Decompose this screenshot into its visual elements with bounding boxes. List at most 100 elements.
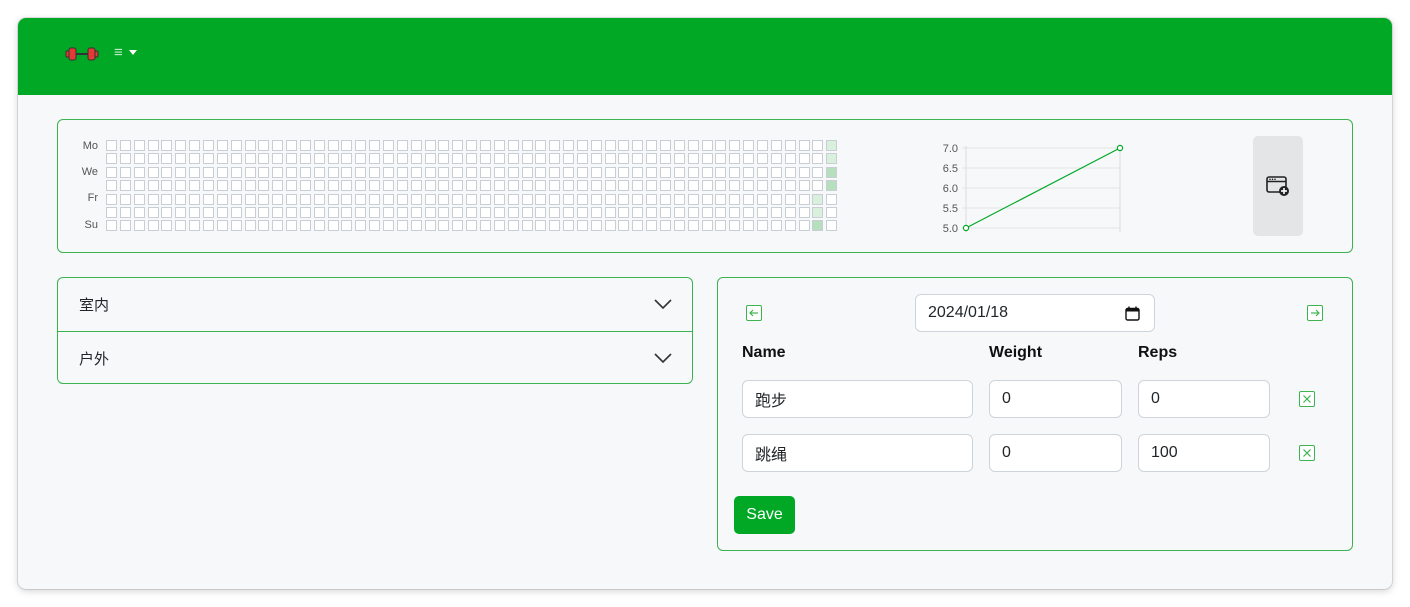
add-card-button[interactable] [1253, 136, 1303, 236]
date-input[interactable]: 2024/01/18 [915, 294, 1155, 332]
heatmap-cell [493, 166, 505, 178]
heatmap-cell [660, 140, 671, 151]
heatmap-cell [493, 220, 505, 232]
heatmap-cell [438, 207, 450, 218]
heatmap-cell [230, 220, 242, 232]
heatmap-cell [272, 220, 284, 232]
heatmap-cell [202, 207, 214, 218]
heatmap-cell [701, 207, 713, 218]
heatmap-cell [826, 193, 838, 205]
heatmap-cell [327, 207, 339, 218]
heatmap-cell [161, 220, 173, 232]
calendar-icon[interactable] [1125, 306, 1140, 321]
heatmap-cell [175, 140, 187, 151]
heatmap-cell [687, 180, 699, 192]
exercise-name-input[interactable]: 跳绳 [742, 434, 973, 472]
heatmap-cell [216, 140, 228, 151]
heatmap-cell [632, 140, 644, 151]
next-day-button[interactable] [1307, 305, 1323, 321]
delete-row-button[interactable] [1299, 445, 1315, 461]
heatmap-cell [410, 166, 422, 178]
heatmap-cell [452, 166, 464, 178]
heatmap-cell [632, 220, 644, 232]
heatmap-cell [202, 180, 214, 192]
heatmap-cell [701, 153, 713, 165]
heatmap-cell [576, 140, 588, 151]
y-tick-label: 7.0 [943, 143, 958, 155]
heatmap-cell [563, 220, 575, 232]
heatmap-cell [507, 193, 519, 205]
column-header-name: Name [742, 344, 786, 361]
heatmap-cell [563, 166, 575, 178]
heatmap-cell [770, 166, 782, 178]
heatmap-cell [133, 140, 145, 151]
heatmap-cell [618, 193, 630, 205]
heatmap-cell [106, 140, 117, 151]
heatmap-cell [147, 166, 159, 178]
save-button[interactable]: Save [734, 496, 795, 534]
heatmap-cell [743, 153, 755, 165]
heatmap-cell [466, 140, 478, 151]
heatmap-cell [313, 166, 325, 178]
progress-line-chart: 7.0 6.5 6.0 5.5 5.0 [943, 143, 1124, 235]
reps-input[interactable]: 0 [1138, 380, 1270, 418]
heatmap-cell [535, 193, 547, 205]
heatmap-cell [673, 207, 685, 218]
arrow-right-icon [1311, 309, 1320, 317]
heatmap-cell [535, 207, 547, 218]
heatmap-cell [452, 207, 464, 218]
heatmap-cell [438, 180, 450, 192]
heatmap-cell [729, 207, 741, 218]
heatmap-cell [147, 140, 159, 151]
prev-day-button[interactable] [746, 305, 762, 321]
exercise-name-input[interactable]: 跑步 [742, 380, 973, 418]
menu-toggle-button[interactable]: ≡ [114, 42, 148, 62]
heatmap-cell [618, 153, 630, 165]
heatmap-cell [660, 166, 671, 178]
heatmap-cell [396, 193, 408, 205]
heatmap-cell [687, 153, 699, 165]
heatmap-cell [576, 153, 588, 165]
heatmap-cell [743, 166, 755, 178]
heatmap-cell [438, 166, 450, 178]
heatmap-cell [230, 193, 242, 205]
weight-input[interactable]: 0 [989, 380, 1122, 418]
delete-row-button[interactable] [1299, 391, 1315, 407]
accordion-item-outdoor[interactable]: 户外 [58, 331, 692, 384]
heatmap-cell [826, 180, 838, 192]
heatmap-cell [493, 153, 505, 165]
heatmap-cell [258, 140, 270, 151]
heatmap-cell [701, 220, 713, 232]
heatmap-cell [313, 140, 325, 151]
heatmap-cell [590, 180, 602, 192]
heatmap-cell [466, 180, 478, 192]
dumbbell-icon[interactable] [65, 44, 99, 64]
heatmap-cell [632, 180, 644, 192]
heatmap-cell [646, 220, 658, 232]
heatmap-cell [535, 166, 547, 178]
heatmap-cell [812, 193, 824, 205]
accordion-item-indoor[interactable]: 室内 [58, 278, 692, 331]
heatmap-cell [286, 180, 298, 192]
heatmap-cell [590, 193, 602, 205]
heatmap-cell [812, 207, 824, 218]
heatmap-cell [493, 180, 505, 192]
heatmap-cell [576, 220, 588, 232]
heatmap-cell [383, 153, 394, 165]
y-tick-label: 6.5 [943, 163, 958, 175]
heatmap-cell [549, 180, 561, 192]
accordion-label: 室内 [79, 297, 110, 314]
weight-input[interactable]: 0 [989, 434, 1122, 472]
heatmap-cell [396, 207, 408, 218]
heatmap-cell [729, 193, 741, 205]
reps-input[interactable]: 100 [1138, 434, 1270, 472]
heatmap-cell [175, 193, 187, 205]
heatmap-cell [715, 220, 727, 232]
heatmap-cell [826, 207, 838, 218]
heatmap-cell [784, 207, 796, 218]
chevron-down-icon [654, 299, 672, 310]
heatmap-cell [701, 140, 713, 151]
heatmap-cell [507, 166, 519, 178]
heatmap-cell [479, 207, 491, 218]
heatmap-cell [756, 207, 768, 218]
